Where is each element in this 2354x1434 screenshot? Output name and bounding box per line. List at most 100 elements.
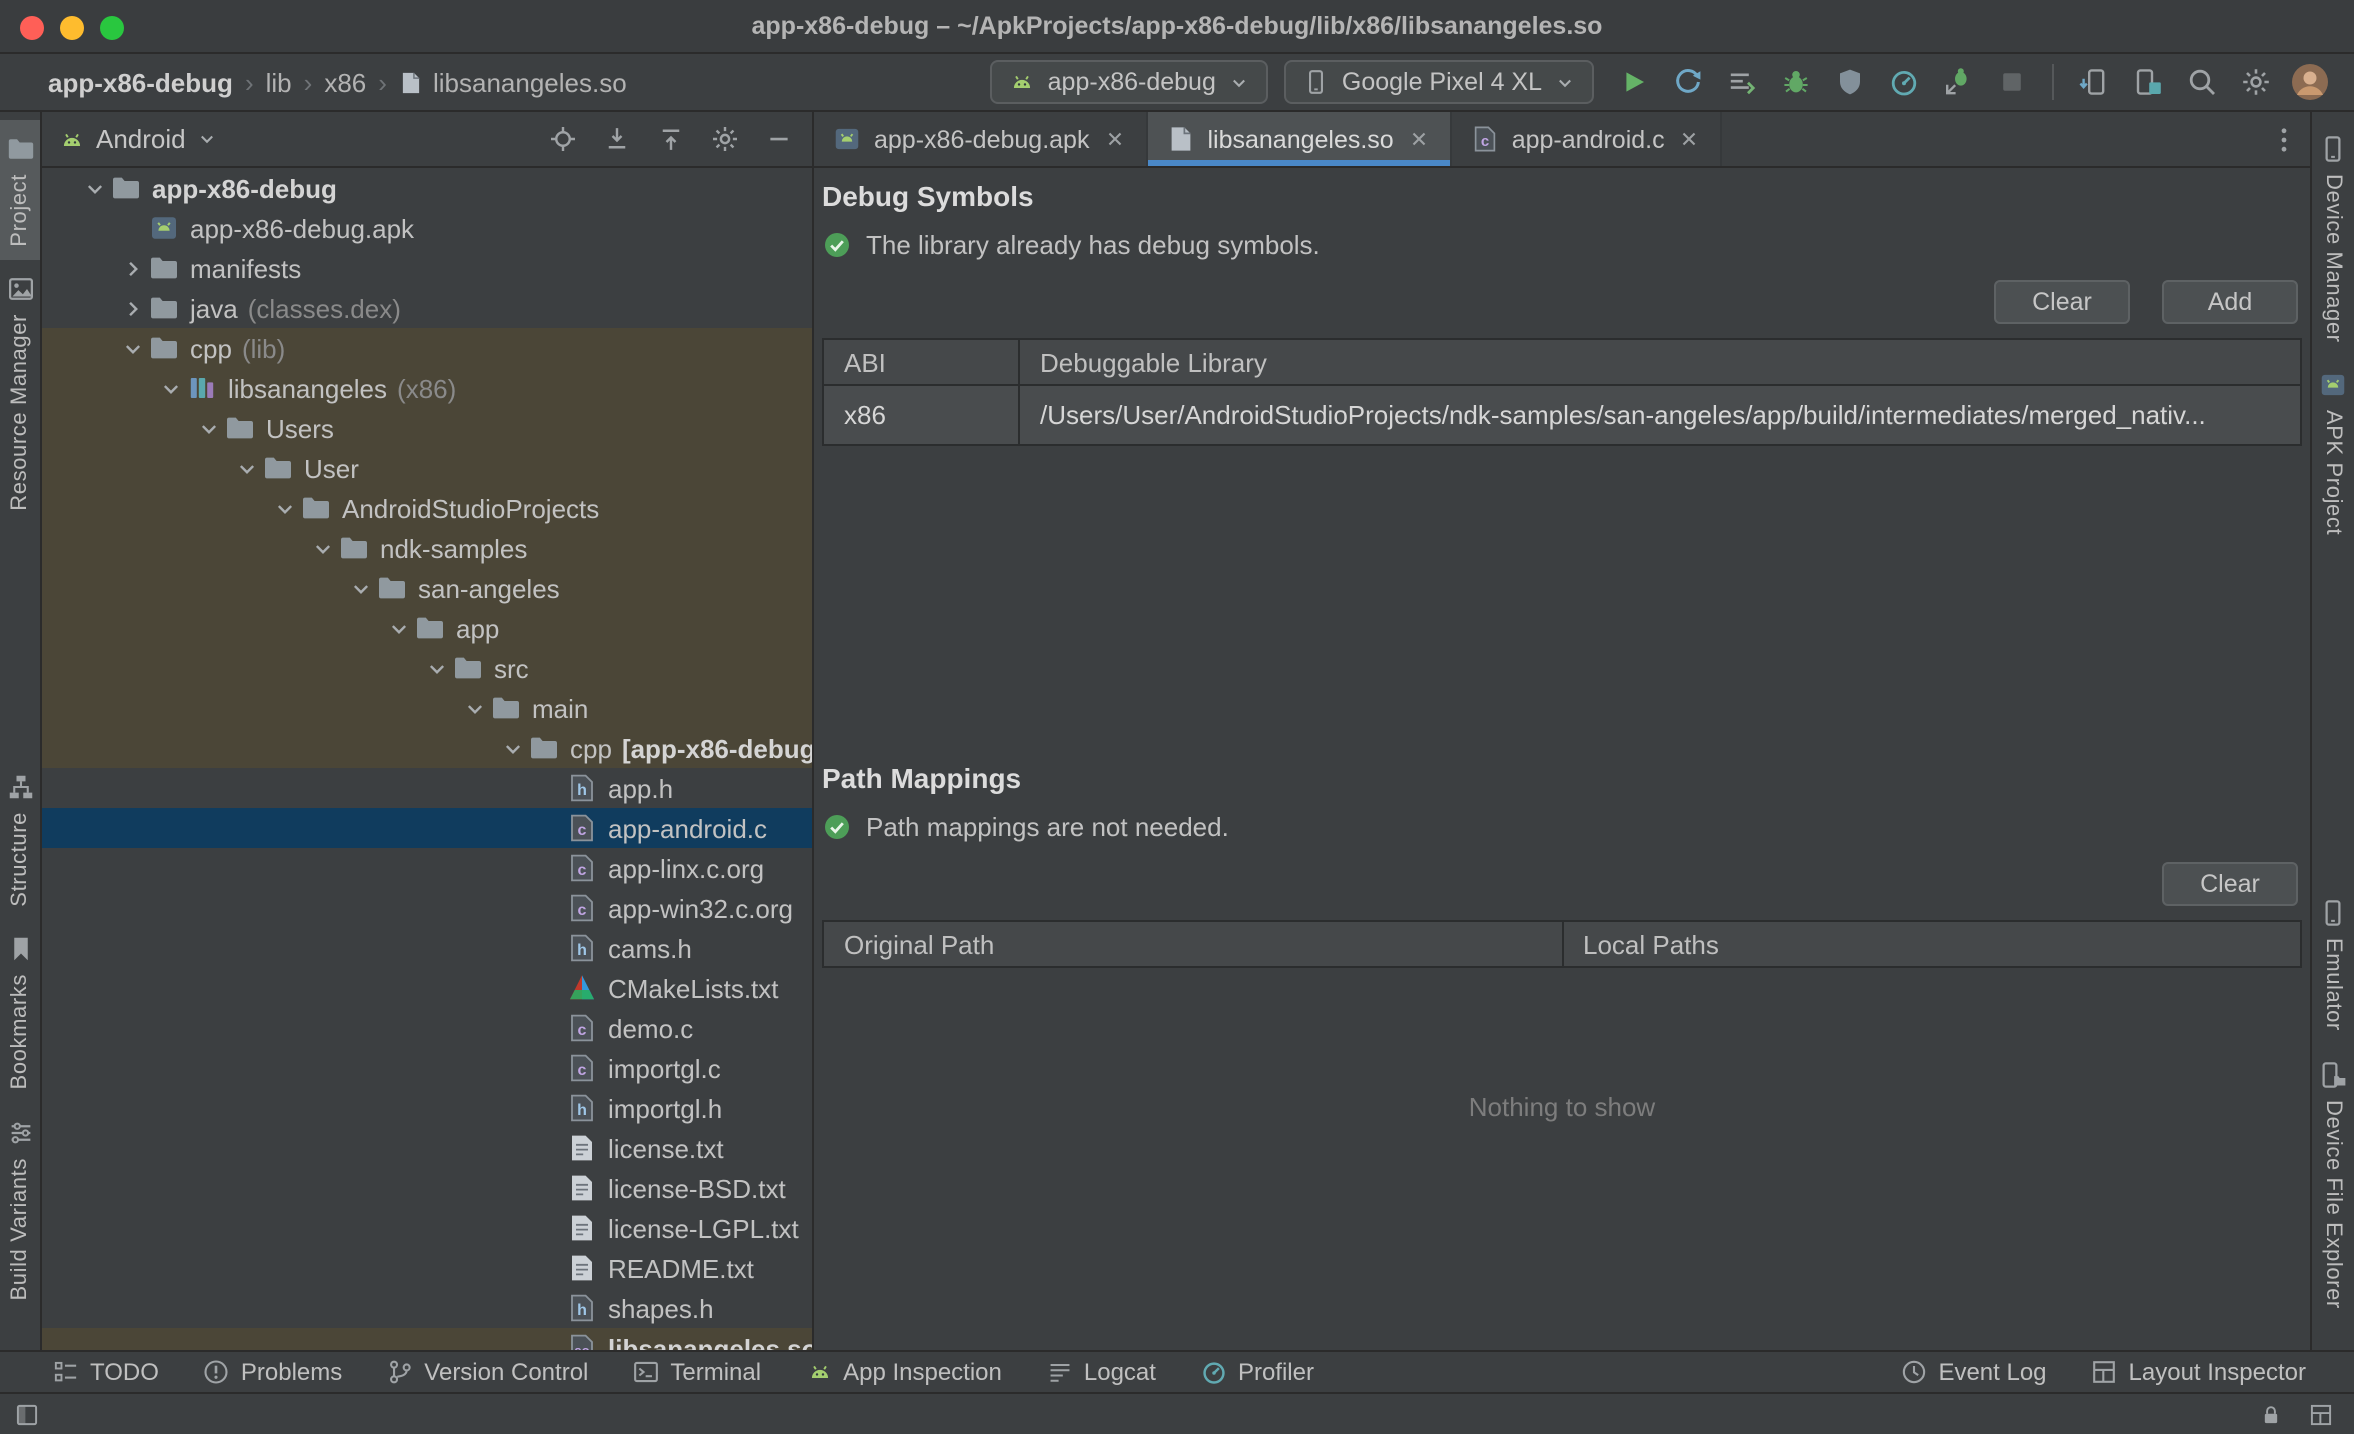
editor-tab[interactable]: libsanangeles.so	[1147, 112, 1452, 166]
tree-item[interactable]: h cams.h	[42, 928, 812, 968]
add-debug-symbols-button[interactable]: Add	[2162, 280, 2298, 324]
tool-stripe-structure[interactable]: Structure	[0, 757, 40, 920]
breadcrumb-item[interactable]: lib	[266, 67, 292, 97]
editor-tab[interactable]: c app-android.c	[1452, 112, 1723, 166]
tree-item[interactable]: AndroidStudioProjects	[42, 488, 812, 528]
tool-window-button-profiler[interactable]: Profiler	[1200, 1358, 1314, 1386]
tree-toggle[interactable]	[496, 735, 528, 761]
tree-toggle[interactable]	[192, 415, 224, 441]
device-manager-button[interactable]	[2124, 58, 2172, 106]
tree-item[interactable]: cpp (lib)	[42, 328, 812, 368]
tree-toggle[interactable]	[420, 655, 452, 681]
close-tab-button[interactable]	[1101, 126, 1127, 152]
close-icon[interactable]	[1677, 126, 1703, 152]
local-paths-column-header[interactable]: Local Paths	[1561, 920, 2302, 968]
tree-toggle[interactable]	[268, 495, 300, 521]
original-path-column-header[interactable]: Original Path	[822, 920, 1563, 968]
chevron-down-icon[interactable]	[157, 375, 183, 401]
tree-item[interactable]: app-x86-debug.apk	[42, 208, 812, 248]
tree-item[interactable]: c demo.c	[42, 1008, 812, 1048]
debuggable-library-column-header[interactable]: Debuggable Library	[1018, 338, 2302, 386]
tree-item[interactable]: h shapes.h	[42, 1288, 812, 1328]
tree-item[interactable]: license.txt	[42, 1128, 812, 1168]
tree-item[interactable]: CMakeLists.txt	[42, 968, 812, 1008]
tool-stripe-apk-project[interactable]: APK Project	[2312, 357, 2354, 550]
tree-item[interactable]: libsanangeles (x86)	[42, 368, 812, 408]
abi-cell[interactable]: x86	[822, 384, 1020, 446]
apply-changes-button[interactable]	[1664, 58, 1712, 106]
tool-stripe-device-file-explorer[interactable]: Device File Explorer	[2312, 1045, 2354, 1322]
attach-profiler-button[interactable]	[1826, 58, 1874, 106]
tree-item[interactable]: cpp [app-x86-debug]	[42, 728, 812, 768]
tree-item[interactable]: license-BSD.txt	[42, 1168, 812, 1208]
run-configuration-select[interactable]: app-x86-debug	[989, 60, 1268, 104]
close-tab-button[interactable]	[1677, 126, 1703, 152]
tool-stripe-device-manager[interactable]: Device Manager	[2312, 120, 2354, 357]
close-window-button[interactable]	[20, 15, 44, 39]
tree-item[interactable]: san-angeles	[42, 568, 812, 608]
editor-tab[interactable]: app-x86-debug.apk	[814, 112, 1148, 166]
table-row[interactable]: x86/Users/User/AndroidStudioProjects/ndk…	[822, 384, 2302, 446]
project-view-chevron[interactable]	[196, 128, 218, 150]
tree-item[interactable]: manifests	[42, 248, 812, 288]
tree-item[interactable]: c importgl.c	[42, 1048, 812, 1088]
tree-toggle[interactable]	[116, 335, 148, 361]
tree-item[interactable]: h importgl.h	[42, 1088, 812, 1128]
user-avatar-button[interactable]	[2286, 58, 2334, 106]
tree-item[interactable]: User	[42, 448, 812, 488]
tree-toggle[interactable]	[344, 575, 376, 601]
chevron-right-icon[interactable]	[119, 255, 145, 281]
chevron-down-icon[interactable]	[499, 735, 525, 761]
tree-item[interactable]: main	[42, 688, 812, 728]
tool-window-button-terminal[interactable]: Terminal	[632, 1358, 761, 1386]
tree-toggle[interactable]	[116, 255, 148, 281]
tree-toggle[interactable]	[382, 615, 414, 641]
tree-toggle[interactable]	[306, 535, 338, 561]
library-path-cell[interactable]: /Users/User/AndroidStudioProjects/ndk-sa…	[1018, 384, 2302, 446]
tabs-options-button[interactable]	[2258, 112, 2310, 166]
chevron-down-icon[interactable]	[81, 175, 107, 201]
tree-item[interactable]: h app.h	[42, 768, 812, 808]
chevron-down-icon[interactable]	[385, 615, 411, 641]
breadcrumb-item[interactable]: app-x86-debug	[48, 67, 233, 97]
tool-window-button-version-control[interactable]: Version Control	[386, 1358, 588, 1386]
tree-toggle[interactable]	[230, 455, 262, 481]
tool-window-button-problems[interactable]: Problems	[203, 1358, 342, 1386]
stop-button[interactable]	[1988, 58, 2036, 106]
settings-button[interactable]	[2232, 58, 2280, 106]
tree-item[interactable]: src	[42, 648, 812, 688]
tree-toggle[interactable]	[116, 295, 148, 321]
lock-button[interactable]	[2258, 1401, 2284, 1427]
tree-toggle[interactable]	[458, 695, 490, 721]
clear-debug-symbols-button[interactable]: Clear	[1994, 280, 2130, 324]
chevron-down-icon[interactable]	[195, 415, 221, 441]
chevron-down-icon[interactable]	[347, 575, 373, 601]
minimize-window-button[interactable]	[60, 15, 84, 39]
tool-stripe-bookmarks[interactable]: Bookmarks	[0, 920, 40, 1103]
tool-window-button-layout-inspector[interactable]: Layout Inspector	[2091, 1358, 2306, 1386]
apply-code-changes-button[interactable]	[1718, 58, 1766, 106]
locate-file-button[interactable]	[544, 121, 580, 157]
chevron-right-icon[interactable]	[119, 295, 145, 321]
update-widget-button[interactable]	[2308, 1401, 2334, 1427]
tree-item[interactable]: ndk-samples	[42, 528, 812, 568]
search-everywhere-button[interactable]	[2178, 58, 2226, 106]
tree-item[interactable]: java (classes.dex)	[42, 288, 812, 328]
tree-item[interactable]: license-LGPL.txt	[42, 1208, 812, 1248]
tree-item[interactable]: Users	[42, 408, 812, 448]
tree-toggle[interactable]	[154, 375, 186, 401]
tool-window-button-event-log[interactable]: Event Log	[1900, 1358, 2047, 1386]
run-button[interactable]	[1610, 58, 1658, 106]
tree-item[interactable]: app	[42, 608, 812, 648]
close-tab-button[interactable]	[1406, 126, 1432, 152]
debug-button[interactable]	[1772, 58, 1820, 106]
tree-item[interactable]: c app-android.c	[42, 808, 812, 848]
tree-toggle[interactable]	[78, 175, 110, 201]
chevron-down-icon[interactable]	[309, 535, 335, 561]
tool-window-button-logcat[interactable]: Logcat	[1046, 1358, 1156, 1386]
chevron-down-icon[interactable]	[119, 335, 145, 361]
device-select[interactable]: Google Pixel 4 XL	[1283, 60, 1594, 104]
close-icon[interactable]	[1101, 126, 1127, 152]
tool-window-button-todo[interactable]: TODO	[52, 1358, 159, 1386]
tree-item[interactable]: so libsanangeles.so	[42, 1328, 812, 1350]
